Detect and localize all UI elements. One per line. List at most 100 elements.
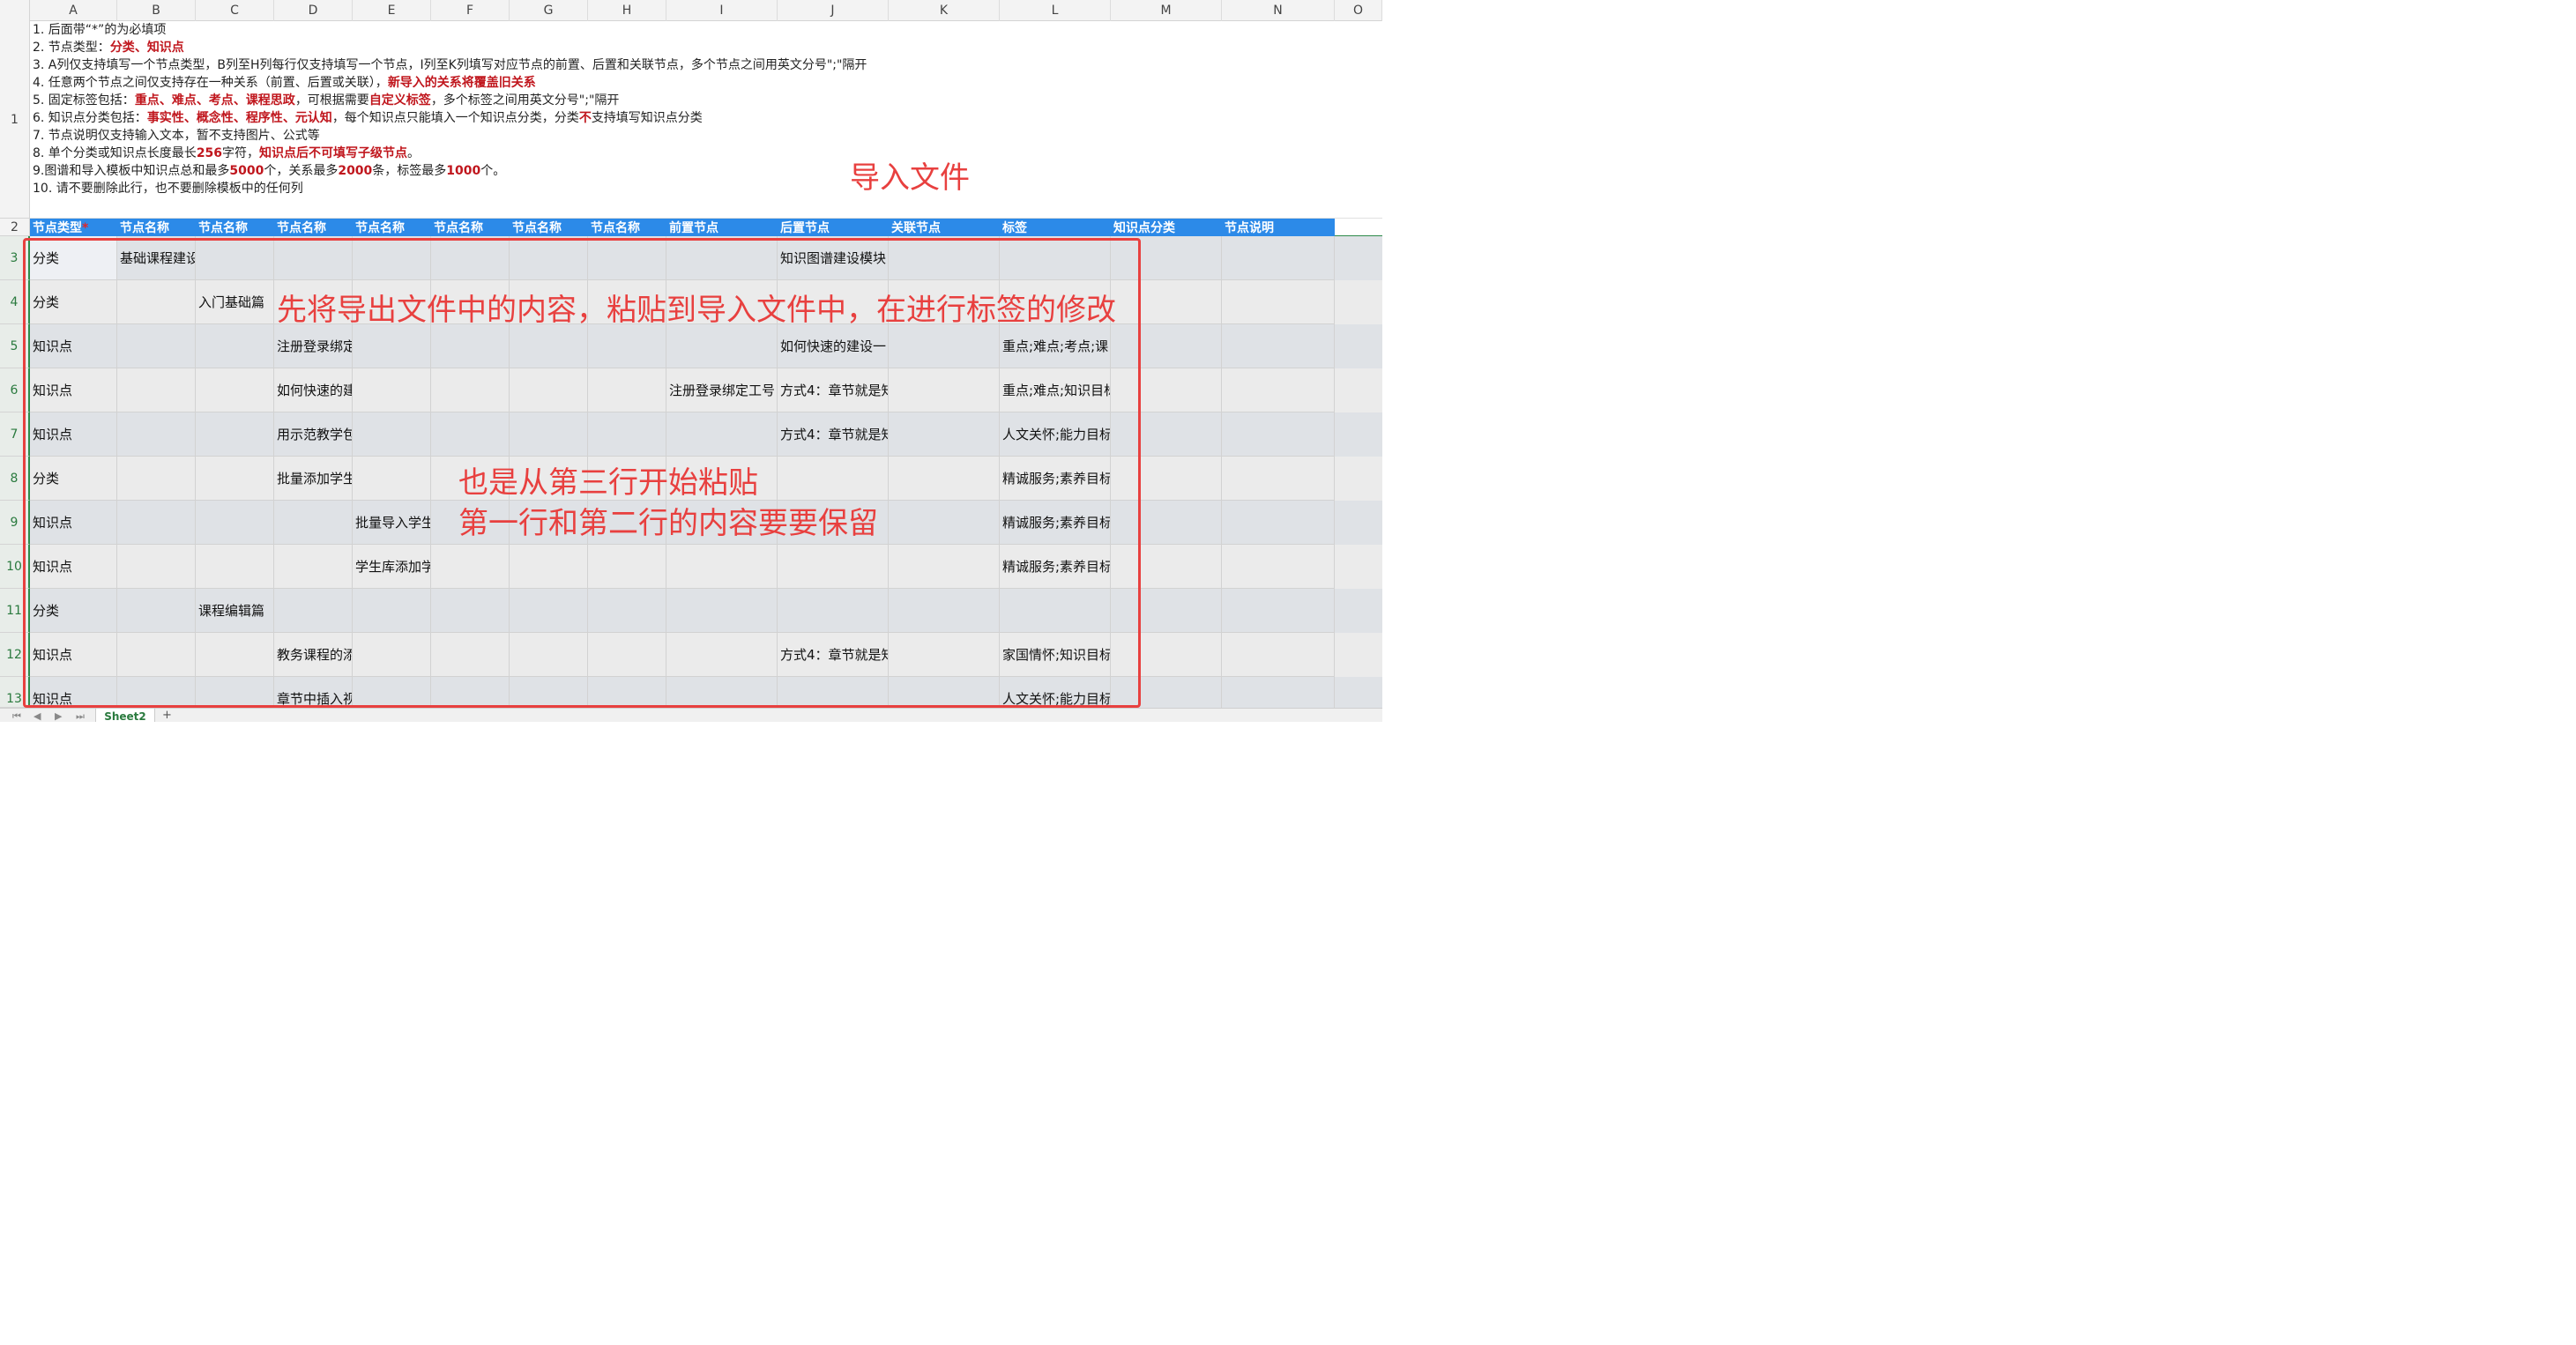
header-node-name-d[interactable]: 节点名称 (274, 219, 353, 236)
header-node-name-c[interactable]: 节点名称 (196, 219, 274, 236)
instruction-line-1: 1. 后面带“*”的为必填项 (33, 23, 167, 37)
column-header-j[interactable]: J (778, 0, 889, 21)
cell-description[interactable] (1222, 633, 1335, 677)
header-node-name-e[interactable]: 节点名称 (353, 219, 431, 236)
instruction-highlight: 5000 (229, 164, 264, 178)
cell-description[interactable] (1222, 280, 1335, 324)
instruction-line-4: 4. 任意两个节点之间仅支持存在一种关系（前置、后置或关联），新导入的关系将覆盖… (33, 74, 536, 92)
column-header-o[interactable]: O (1335, 0, 1382, 21)
spreadsheet: A B C D E F G H I J K L M N O 1 2 3 4 5 … (0, 0, 1382, 722)
instruction-highlight: 分类 (109, 41, 135, 55)
column-header-c[interactable]: C (196, 0, 274, 21)
instruction-highlight: 、 (282, 111, 295, 125)
instruction-highlight: 、 (233, 93, 246, 108)
column-header-b[interactable]: B (117, 0, 196, 21)
select-all-corner[interactable] (0, 0, 30, 21)
instruction-highlight: 、 (134, 41, 147, 55)
cell-description[interactable] (1222, 501, 1335, 545)
column-header-e[interactable]: E (353, 0, 431, 21)
instruction-highlight: 事实性 (146, 111, 184, 125)
instruction-highlight: 、 (183, 111, 197, 125)
header-prerequisite-node[interactable]: 前置节点 (666, 219, 778, 236)
column-header-l[interactable]: L (1000, 0, 1111, 21)
column-header-n[interactable]: N (1222, 0, 1335, 21)
cell-description[interactable] (1222, 412, 1335, 457)
header-label: 节点类型 (33, 221, 82, 235)
instruction-highlight: 概念性 (196, 111, 234, 125)
cell-description[interactable] (1222, 545, 1335, 589)
empty-header-cell[interactable] (1335, 219, 1382, 236)
next-sheet-icon[interactable]: ▶ (55, 710, 62, 722)
header-knowledge-category[interactable]: 知识点分类 (1111, 219, 1222, 236)
column-header-i[interactable]: I (666, 0, 778, 21)
row-header-2[interactable]: 2 (0, 219, 30, 236)
column-header-f[interactable]: F (431, 0, 510, 21)
instruction-line-2: 2. 节点类型：分类、知识点 (33, 39, 184, 56)
instruction-text: 支持填写知识点分类 (591, 111, 703, 125)
header-node-name-g[interactable]: 节点名称 (510, 219, 588, 236)
instruction-highlight: 考点 (208, 93, 234, 108)
import-file-annotation: 导入文件 (850, 160, 970, 196)
instruction-text: 6. 知识点分类包括： (33, 111, 147, 125)
instruction-text: 。 (407, 146, 421, 160)
instruction-text: ，多个标签之间用英文分号";"隔开 (430, 93, 620, 108)
row-header-1[interactable]: 1 (0, 21, 30, 219)
column-header-h[interactable]: H (588, 0, 666, 21)
instruction-highlight: 2000 (338, 164, 373, 178)
header-successor-node[interactable]: 后置节点 (778, 219, 889, 236)
header-node-description[interactable]: 节点说明 (1222, 219, 1335, 236)
cell-description[interactable] (1222, 457, 1335, 501)
column-header-m[interactable]: M (1111, 0, 1222, 21)
prev-sheet-icon[interactable]: ◀ (34, 710, 41, 722)
cell-description[interactable] (1222, 368, 1335, 412)
instruction-highlight: 、 (233, 111, 246, 125)
instruction-highlight: 不 (578, 111, 592, 125)
instruction-text: 个，关系最多 (264, 164, 339, 178)
column-header-k[interactable]: K (889, 0, 1000, 21)
instruction-highlight: 、 (196, 93, 209, 108)
header-node-name-f[interactable]: 节点名称 (431, 219, 510, 236)
instruction-text: 4. 任意两个节点之间仅支持存在一种关系（前置、后置或关联）， (33, 76, 388, 90)
header-tags[interactable]: 标签 (1000, 219, 1111, 236)
instruction-text: 条，标签最多 (372, 164, 447, 178)
instruction-text: 2. 节点类型： (33, 41, 110, 55)
header-related-node[interactable]: 关联节点 (889, 219, 1000, 236)
header-row: 节点类型* 节点名称 节点名称 节点名称 节点名称 节点名称 节点名称 节点名称… (30, 219, 1335, 236)
header-node-name-b[interactable]: 节点名称 (117, 219, 196, 236)
instruction-highlight: 、 (159, 93, 172, 108)
instruction-highlight: 1000 (446, 164, 481, 178)
sheet-tab-bar: ⏮ ◀ ▶ ⏭ Sheet2 + (0, 708, 1382, 722)
first-sheet-icon[interactable]: ⏮ (12, 710, 21, 722)
instruction-text: 个。 (480, 164, 506, 178)
column-header-d[interactable]: D (274, 0, 353, 21)
instruction-text: 字符， (222, 146, 260, 160)
instruction-text: 8. 单个分类或知识点长度最长 (33, 146, 197, 160)
sheet-tab-active[interactable]: Sheet2 (95, 709, 155, 722)
annotation-paste-instruction: 先将导出文件中的内容，粘贴到导入文件中，在进行标签的修改 (277, 293, 1116, 328)
instruction-line-8: 8. 单个分类或知识点长度最长256字符，知识点后不可填写子级节点。 (33, 145, 420, 162)
instruction-highlight: 自定义标签 (369, 93, 431, 108)
cell-description[interactable] (1222, 324, 1335, 368)
instruction-line-5: 5. 固定标签包括：重点、难点、考点、课程思政，可根据需要自定义标签，多个标签之… (33, 92, 619, 109)
required-star: * (82, 221, 89, 235)
cell-description[interactable] (1222, 236, 1335, 280)
instruction-text: 5. 固定标签包括： (33, 93, 135, 108)
column-header-a[interactable]: A (30, 0, 117, 21)
instruction-text: 9.图谱和导入模板中知识点总和最多 (33, 164, 230, 178)
column-header-g[interactable]: G (510, 0, 588, 21)
instruction-highlight: 难点 (171, 93, 197, 108)
instruction-highlight: 程序性 (245, 111, 283, 125)
cell-description[interactable] (1222, 589, 1335, 633)
instruction-highlight: 知识点 (146, 41, 184, 55)
instruction-highlight: 课程思政 (245, 93, 295, 108)
add-sheet-button[interactable]: + (162, 709, 172, 722)
instruction-highlight: 知识点后不可填写子级节点 (259, 146, 408, 160)
instruction-text: ，可根据需要 (294, 93, 369, 108)
header-node-name-h[interactable]: 节点名称 (588, 219, 666, 236)
instruction-highlight: 元认知 (294, 111, 332, 125)
last-sheet-icon[interactable]: ⏭ (76, 710, 85, 722)
header-node-type[interactable]: 节点类型* (30, 219, 117, 236)
instruction-highlight: 新导入的关系将覆盖旧关系 (387, 76, 536, 90)
instruction-line-6: 6. 知识点分类包括：事实性、概念性、程序性、元认知，每个知识点只能填入一个知识… (33, 109, 703, 127)
instructions-cell[interactable]: 1. 后面带“*”的为必填项 2. 节点类型：分类、知识点 3. A列仅支持填写… (30, 21, 1382, 219)
